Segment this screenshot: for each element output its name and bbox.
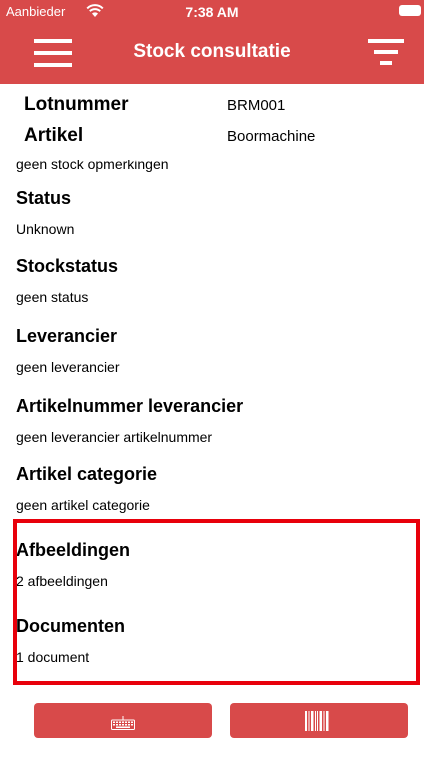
section-value: Unknown [16, 221, 75, 237]
artikel-categorie-section: Artikel categorie geen artikel categorie [16, 464, 406, 513]
bottom-toolbar [0, 694, 424, 757]
filter-icon[interactable] [368, 39, 404, 69]
keyboard-button[interactable] [34, 703, 212, 738]
page-title: Stock consultatie [133, 41, 291, 62]
section-title: Leverancier [16, 326, 118, 346]
section-title: Status [16, 188, 72, 208]
lotnummer-row: Lotnummer BRM001 [24, 94, 404, 116]
status-bar: Aanbieder 7:38 AM [0, 0, 424, 22]
section-value: geen artikel categorie [16, 497, 150, 513]
section-title: Artikelnummer leverancier [16, 396, 244, 416]
status-section: Status Unknown [16, 188, 406, 237]
section-title: Artikel categorie [16, 464, 158, 484]
field-value: BRM001 [227, 97, 286, 114]
section-value: geen status [16, 289, 89, 305]
opmerkingen-text: geen stock opmerkingen [16, 160, 169, 172]
stockstatus-section: Stockstatus geen status [16, 256, 406, 305]
artikel-row: Artikel Boormachine [24, 125, 404, 147]
field-label: Artikel [24, 125, 84, 146]
section-title: Stockstatus [16, 256, 119, 276]
clock: 7:38 AM [185, 4, 239, 20]
section-value: geen leverancier artikelnummer [16, 429, 213, 445]
nav-bar: Stock consultatie [0, 22, 424, 84]
highlight-box [13, 519, 420, 685]
keyboard-icon [111, 716, 135, 730]
barcode-icon [305, 711, 329, 731]
field-label: Lotnummer [24, 94, 129, 115]
field-value: Boormachine [227, 128, 316, 145]
artikelnummer-leverancier-section: Artikelnummer leverancier geen leveranci… [16, 396, 406, 445]
barcode-scan-button[interactable] [230, 703, 408, 738]
section-value: geen leverancier [16, 359, 120, 375]
battery-icon [399, 5, 421, 16]
leverancier-section: Leverancier geen leverancier [16, 326, 406, 375]
